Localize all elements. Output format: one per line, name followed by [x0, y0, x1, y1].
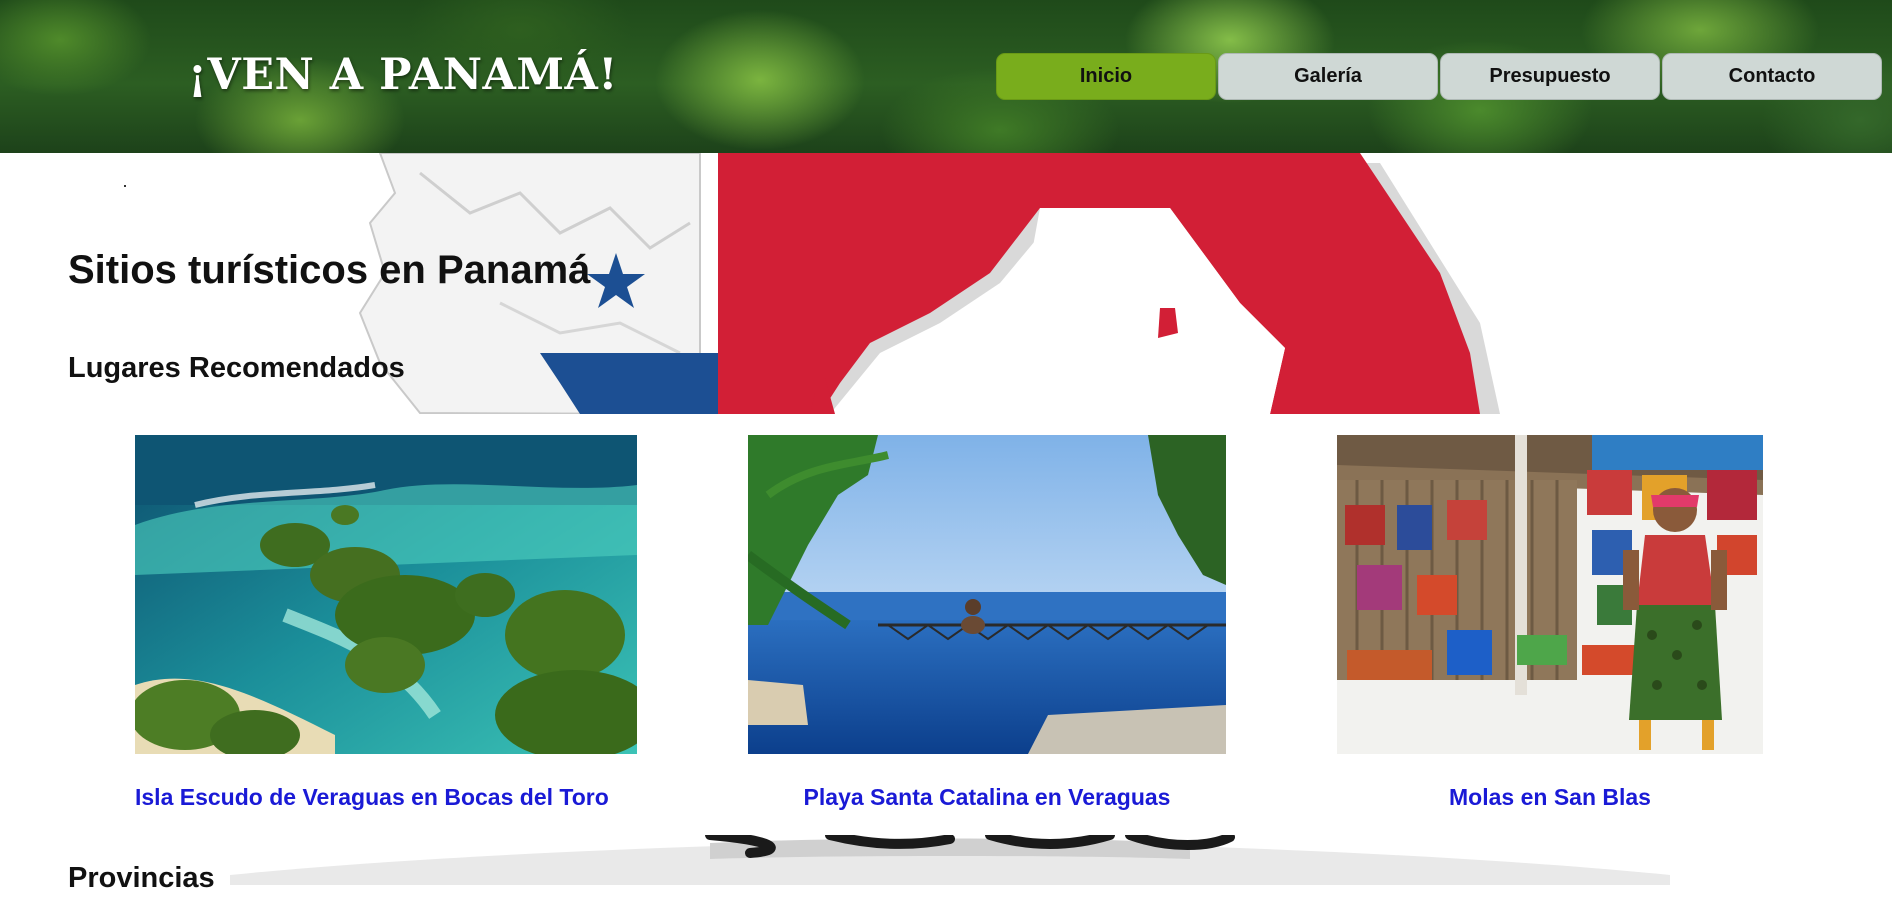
place-caption-isla-escudo[interactable]: Isla Escudo de Veraguas en Bocas del Tor… [135, 784, 609, 811]
nav-galeria[interactable]: Galería [1218, 53, 1438, 100]
decorative-brush-banner [230, 830, 1670, 885]
site-logo[interactable]: ¡VEN A PANAMÁ! [188, 50, 618, 100]
site-header: ¡VEN A PANAMÁ! Inicio Galería Presupuest… [0, 0, 1892, 153]
molas-market-photo[interactable] [1337, 435, 1763, 754]
nav-presupuesto[interactable]: Presupuesto [1440, 53, 1660, 100]
provinces-heading: Provincias [68, 862, 215, 894]
nav-contacto[interactable]: Contacto [1662, 53, 1882, 100]
place-caption-molas[interactable]: Molas en San Blas [1337, 784, 1763, 811]
recommended-heading: Lugares Recomendados [68, 352, 405, 384]
place-caption-santa-catalina[interactable]: Playa Santa Catalina en Veraguas [748, 784, 1226, 811]
page-title: Sitios turísticos en Panamá [68, 248, 591, 292]
nav-inicio[interactable]: Inicio [996, 53, 1216, 100]
aerial-islands-photo[interactable] [135, 435, 637, 754]
main-nav: Inicio Galería Presupuesto Contacto [996, 53, 1884, 100]
decorative-dot [124, 185, 126, 187]
infinity-pool-photo[interactable] [748, 435, 1226, 754]
